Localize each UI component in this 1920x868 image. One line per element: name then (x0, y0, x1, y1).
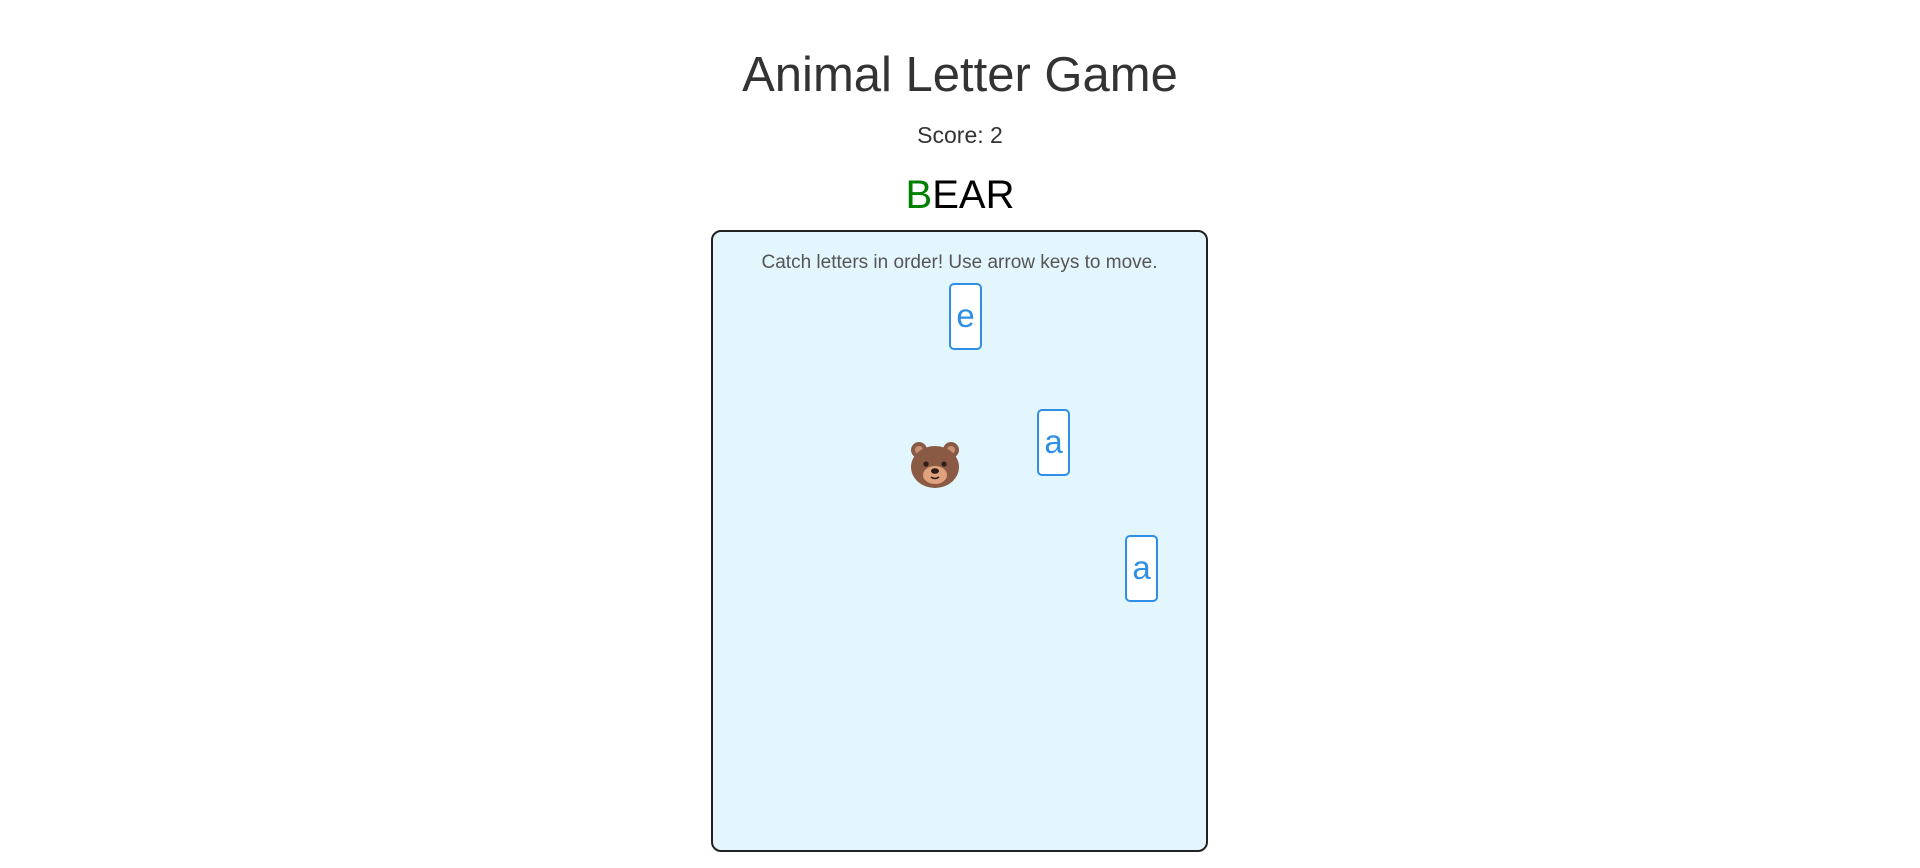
falling-letter-tile: a (1125, 535, 1158, 602)
target-letter: B (905, 173, 933, 217)
target-letter: R (985, 173, 1015, 217)
falling-letter: e (956, 297, 975, 334)
falling-letter: a (1132, 549, 1151, 586)
bear-face-icon[interactable] (907, 437, 963, 493)
page-title: Animal Letter Game (742, 48, 1178, 102)
target-letter: E (932, 173, 959, 217)
falling-letter: a (1044, 423, 1063, 460)
score-display: Score: 2 (917, 122, 1003, 148)
falling-letter-tile: e (949, 283, 982, 350)
target-letter: A (958, 173, 986, 217)
game-board[interactable]: Catch letters in order! Use arrow keys t… (711, 230, 1208, 852)
game-page: Animal Letter Game Score: 2 BEAR Catch l… (0, 0, 1920, 868)
target-word: BEAR (0, 171, 1920, 219)
falling-letter-tile: a (1037, 409, 1070, 476)
instructions-text: Catch letters in order! Use arrow keys t… (761, 252, 1158, 273)
